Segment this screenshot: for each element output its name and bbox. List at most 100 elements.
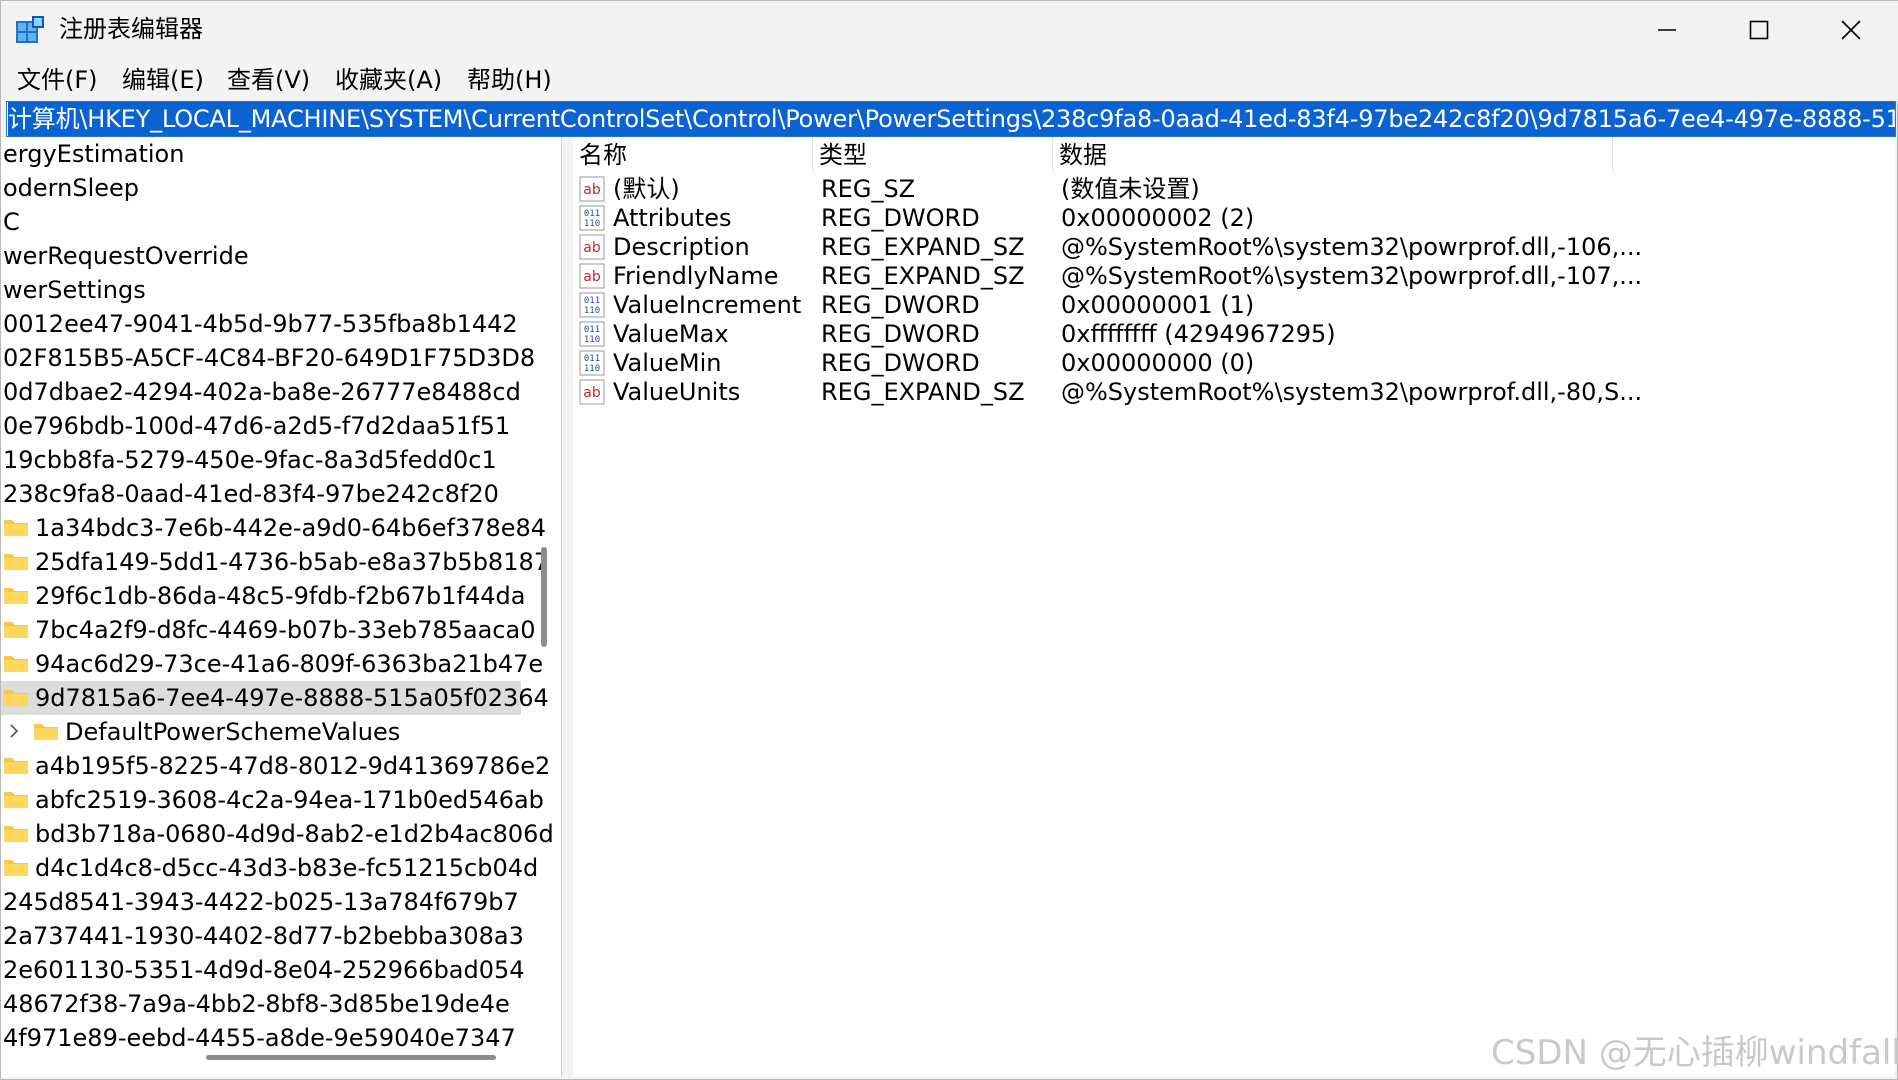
tree-item[interactable]: 9d7815a6-7ee4-497e-8888-515a05f02364 xyxy=(1,681,549,715)
folder-icon xyxy=(4,656,28,672)
address-path[interactable]: 计算机\HKEY_LOCAL_MACHINE\SYSTEM\CurrentCon… xyxy=(8,102,1895,136)
menu-edit[interactable]: 编辑(E) xyxy=(118,63,208,97)
value-type: REG_DWORD xyxy=(821,349,980,377)
value-data: 0xffffffff (4294967295) xyxy=(1061,320,1336,348)
value-name: FriendlyName xyxy=(613,262,779,290)
value-row[interactable]: ab Description REG_EXPAND_SZ @%SystemRoot%\… xyxy=(573,233,1895,262)
tree-item[interactable]: DefaultPowerSchemeValues xyxy=(1,715,400,749)
folder-icon xyxy=(4,622,28,638)
folder-icon xyxy=(4,588,28,604)
tree-item[interactable]: 2a737441-1930-4402-8d77-b2bebba308a3 xyxy=(1,919,524,953)
svg-text:011: 011 xyxy=(584,296,600,306)
minimize-button[interactable] xyxy=(1621,1,1713,59)
tree-item-label: ergyEstimation xyxy=(3,140,185,168)
address-bar[interactable]: 计算机\HKEY_LOCAL_MACHINE\SYSTEM\CurrentCon… xyxy=(6,101,1896,137)
tree-item[interactable]: 29f6c1db-86da-48c5-9fdb-f2b67b1f44da xyxy=(1,579,525,613)
value-data: @%SystemRoot%\system32\powrprof.dll,-107… xyxy=(1061,262,1643,290)
tree-item[interactable]: 7bc4a2f9-d8fc-4469-b07b-33eb785aaca0 xyxy=(1,613,535,647)
value-name: ValueUnits xyxy=(613,378,741,406)
svg-text:110: 110 xyxy=(584,219,600,229)
value-row[interactable]: 011 110 ValueMax REG_DWORD 0xffffffff (42949… xyxy=(573,320,1895,349)
tree-item-label: 02F815B5-A5CF-4C84-BF20-649D1F75D3D8 xyxy=(3,344,536,372)
tree-item[interactable]: d4c1d4c8-d5cc-43d3-b83e-fc51215cb04d xyxy=(1,851,538,885)
tree-item[interactable]: 245d8541-3943-4422-b025-13a784f679b7 xyxy=(1,885,519,919)
value-row[interactable]: ab (默认) REG_SZ (数值未设置) xyxy=(573,175,1895,204)
tree-item[interactable]: a4b195f5-8225-47d8-8012-9d41369786e2 xyxy=(1,749,550,783)
tree-item[interactable]: 0d7dbae2-4294-402a-ba8e-26777e8488cd xyxy=(1,375,521,409)
value-list[interactable]: 名称 类型 数据 ab (默认) REG_SZ (数值未设置) 011 110 Attrib… xyxy=(573,137,1895,1077)
tree-item[interactable]: 1a34bdc3-7e6b-442e-a9d0-64b6ef378e84 xyxy=(1,511,546,545)
string-value-icon: ab xyxy=(579,379,605,405)
tree-item[interactable]: 94ac6d29-73ce-41a6-809f-6363ba21b47e xyxy=(1,647,543,681)
tree-item[interactable]: ergyEstimation xyxy=(1,137,184,171)
tree-item[interactable]: 238c9fa8-0aad-41ed-83f4-97be242c8f20 xyxy=(1,477,499,511)
tree-item[interactable]: abfc2519-3608-4c2a-94ea-171b0ed546ab xyxy=(1,783,544,817)
close-icon xyxy=(1841,20,1861,40)
tree-item-label: 0012ee47-9041-4b5d-9b77-535fba8b1442 xyxy=(3,310,518,338)
menu-favorites[interactable]: 收藏夹(A) xyxy=(331,63,446,97)
regedit-window: 注册表编辑器 文件(F) 编辑(E) 查看(V) 收藏夹(A) 帮助(H) 计算… xyxy=(0,0,1898,1080)
tree-item[interactable]: 48672f38-7a9a-4bb2-8bf8-3d85be19de4e xyxy=(1,987,510,1021)
title-bar[interactable]: 注册表编辑器 xyxy=(1,1,1898,59)
binary-value-icon: 011110 xyxy=(579,205,605,231)
value-name: ValueMin xyxy=(613,349,722,377)
value-row[interactable]: ab FriendlyName REG_EXPAND_SZ @%SystemRoot%… xyxy=(573,262,1895,291)
value-type: REG_SZ xyxy=(821,175,916,203)
value-row[interactable]: 011 110 Attributes REG_DWORD 0x00000002 (2) xyxy=(573,204,1895,233)
tree-item[interactable]: odernSleep xyxy=(1,171,139,205)
tree-item-label: DefaultPowerSchemeValues xyxy=(65,718,401,746)
pane-splitter[interactable] xyxy=(563,137,571,1077)
column-header-name[interactable]: 名称 xyxy=(573,137,813,173)
value-type: REG_DWORD xyxy=(821,291,980,319)
folder-icon xyxy=(4,690,28,706)
value-data: 0x00000000 (0) xyxy=(1061,349,1255,377)
svg-text:ab: ab xyxy=(583,385,601,401)
svg-text:110: 110 xyxy=(584,335,600,345)
string-value-icon: ab xyxy=(579,176,605,202)
tree-item[interactable]: 4f971e89-eebd-4455-a8de-9e59040e7347 xyxy=(1,1021,516,1055)
chevron-right-icon[interactable] xyxy=(7,721,21,741)
value-type: REG_EXPAND_SZ xyxy=(821,233,1025,261)
tree-item-label: 238c9fa8-0aad-41ed-83f4-97be242c8f20 xyxy=(3,480,499,508)
svg-text:ab: ab xyxy=(583,182,601,198)
value-row[interactable]: 011 110 ValueIncrement REG_DWORD 0x00000001 … xyxy=(573,291,1895,320)
tree-vertical-scrollbar[interactable] xyxy=(541,547,547,647)
column-header-type[interactable]: 类型 xyxy=(813,137,1053,173)
binary-value-icon: 011110 xyxy=(579,321,605,347)
tree-item[interactable]: bd3b718a-0680-4d9d-8ab2-e1d2b4ac806d xyxy=(1,817,554,851)
tree-item[interactable]: 2e601130-5351-4d9d-8e04-252966bad054 xyxy=(1,953,525,987)
menu-help[interactable]: 帮助(H) xyxy=(463,63,556,97)
close-button[interactable] xyxy=(1805,1,1897,59)
tree-item[interactable]: 02F815B5-A5CF-4C84-BF20-649D1F75D3D8 xyxy=(1,341,535,375)
menu-file[interactable]: 文件(F) xyxy=(13,63,102,97)
tree-horizontal-scrollbar[interactable] xyxy=(206,1055,496,1060)
tree-item[interactable]: 0e796bdb-100d-47d6-a2d5-f7d2daa51f51 xyxy=(1,409,510,443)
regedit-app-icon xyxy=(16,16,44,43)
value-name: Attributes xyxy=(613,204,732,232)
maximize-button[interactable] xyxy=(1713,1,1805,59)
tree-item-label: 0e796bdb-100d-47d6-a2d5-f7d2daa51f51 xyxy=(3,412,511,440)
tree-item-label: werRequestOverride xyxy=(3,242,249,270)
tree-item[interactable]: werSettings xyxy=(1,273,146,307)
value-row[interactable]: ab ValueUnits REG_EXPAND_SZ @%SystemRoot%\s… xyxy=(573,378,1895,407)
tree-item[interactable]: C xyxy=(1,205,20,239)
folder-icon xyxy=(4,758,28,774)
svg-text:011: 011 xyxy=(584,325,600,335)
tree-item-label: C xyxy=(3,208,20,236)
key-tree[interactable]: ergyEstimation odernSleep CwerRequestOverr… xyxy=(1,137,562,1077)
window-title: 注册表编辑器 xyxy=(59,15,203,43)
menu-bar: 文件(F) 编辑(E) 查看(V) 收藏夹(A) 帮助(H) xyxy=(1,59,1898,101)
column-header-data[interactable]: 数据 xyxy=(1053,137,1613,173)
tree-item[interactable]: 0012ee47-9041-4b5d-9b77-535fba8b1442 xyxy=(1,307,518,341)
tree-item-label: 0d7dbae2-4294-402a-ba8e-26777e8488cd xyxy=(3,378,521,406)
tree-item-label: 94ac6d29-73ce-41a6-809f-6363ba21b47e xyxy=(35,650,544,678)
tree-item[interactable]: 25dfa149-5dd1-4736-b5ab-e8a37b5b8187 xyxy=(1,545,549,579)
tree-item-label: 25dfa149-5dd1-4736-b5ab-e8a37b5b8187 xyxy=(35,548,550,576)
value-row[interactable]: 011 110 ValueMin REG_DWORD 0x00000000 (0) xyxy=(573,349,1895,378)
tree-item[interactable]: werRequestOverride xyxy=(1,239,249,273)
tree-item[interactable]: 19cbb8fa-5279-450e-9fac-8a3d5fedd0c1 xyxy=(1,443,497,477)
tree-item-label: odernSleep xyxy=(3,174,140,202)
folder-icon xyxy=(4,520,28,536)
menu-view[interactable]: 查看(V) xyxy=(223,63,314,97)
tree-item-label: 9d7815a6-7ee4-497e-8888-515a05f02364 xyxy=(35,684,549,712)
